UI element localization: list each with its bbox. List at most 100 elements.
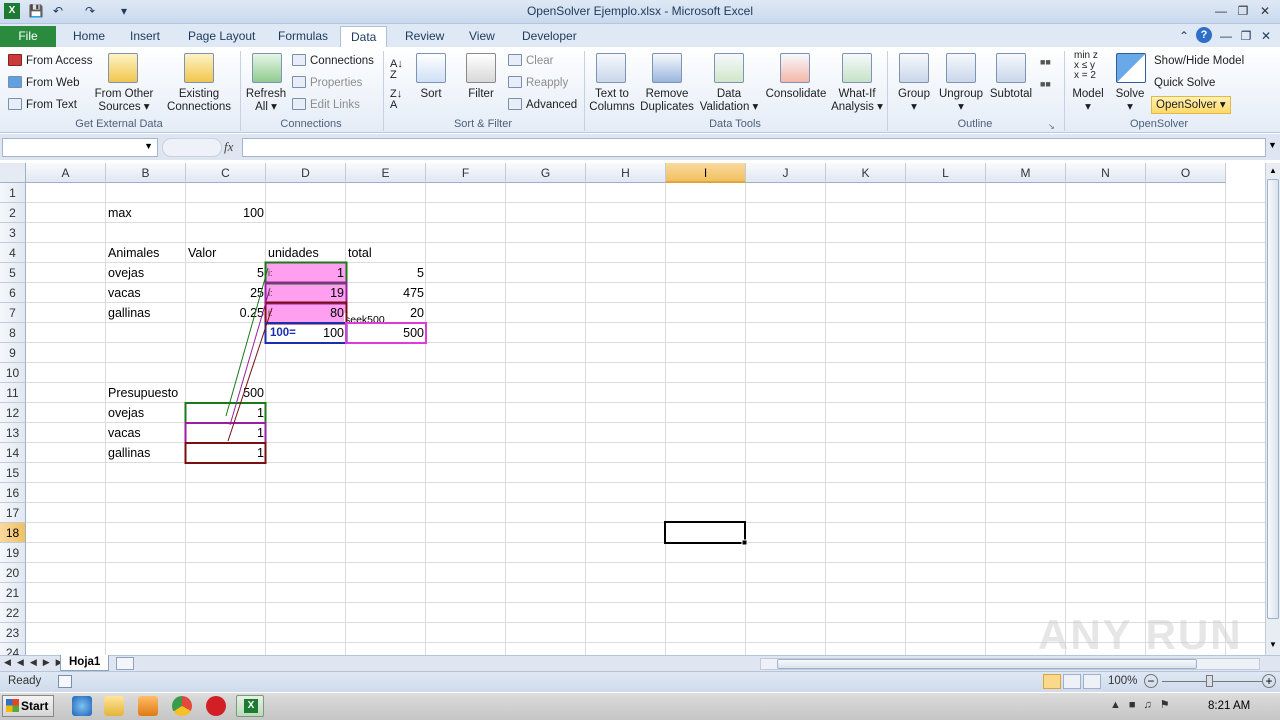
outline-dialog-launcher-icon[interactable]: ↘ <box>1048 120 1055 134</box>
ungroup-button[interactable]: Ungroup ▾ <box>934 88 988 114</box>
subtotal-button[interactable]: Subtotal <box>986 88 1036 101</box>
start-label: Start <box>21 699 49 713</box>
data-validation-button[interactable]: Data Validation ▾ <box>696 88 762 114</box>
from-other-sources-button[interactable]: From Other Sources ▾ <box>88 88 160 114</box>
text-to-label-1: Text to <box>595 88 629 100</box>
start-button[interactable]: Start <box>2 695 54 717</box>
properties-button[interactable]: Properties <box>292 76 362 90</box>
quick-solve-button[interactable]: Quick Solve <box>1154 76 1215 90</box>
help-icon[interactable]: ? <box>1196 27 1212 43</box>
excel-taskbar-button[interactable]: X <box>236 695 264 717</box>
chrome-icon[interactable] <box>172 696 192 716</box>
system-tray-icons[interactable]: ▲■♫⚑ <box>1110 698 1178 711</box>
zoom-level[interactable]: 100% <box>1108 675 1137 687</box>
opensolver-menu-button[interactable]: OpenSolver ▾ <box>1151 96 1231 114</box>
consolidate-button[interactable]: Consolidate <box>762 88 830 101</box>
tab-data[interactable]: Data <box>340 26 388 47</box>
from-web-button[interactable]: From Web <box>8 76 79 90</box>
scroll-up-icon[interactable]: ▲ <box>1267 165 1279 177</box>
objective-box-e8 <box>345 322 427 344</box>
show-hide-model-button[interactable]: Show/Hide Model <box>1154 54 1244 68</box>
connections-button[interactable]: Connections <box>292 54 374 68</box>
reapply-button[interactable]: Reapply <box>508 76 568 90</box>
insert-function-icon[interactable]: fx <box>224 139 233 155</box>
advanced-button[interactable]: Advanced <box>508 98 577 112</box>
tab-page-layout[interactable]: Page Layout <box>178 26 265 47</box>
page-break-view-icon[interactable] <box>1083 674 1101 689</box>
from-access-label: From Access <box>26 55 93 67</box>
tab-view[interactable]: View <box>459 26 505 47</box>
sort-descending-button[interactable]: Z↓ A <box>390 89 402 111</box>
refresh-all-button[interactable]: Refresh All ▾ <box>242 88 290 114</box>
constraint-box-d6 <box>264 281 348 305</box>
ribbon-tabs: File Home Insert Page Layout Formulas Da… <box>0 24 1280 47</box>
media-player-icon[interactable] <box>138 696 158 716</box>
zoom-slider-thumb[interactable] <box>1206 675 1213 687</box>
workbook-close-icon[interactable]: ✕ <box>1258 28 1274 44</box>
model-button[interactable]: Model ▾ <box>1068 88 1108 114</box>
name-box[interactable]: ▼ <box>2 138 158 157</box>
internet-explorer-icon[interactable] <box>72 696 92 716</box>
hide-detail-icon[interactable]: ■■ <box>1040 77 1051 91</box>
group-button[interactable]: Group ▾ <box>892 88 936 114</box>
from-access-button[interactable]: From Access <box>8 54 92 68</box>
minimize-button[interactable]: — <box>1210 2 1232 20</box>
name-box-dropdown-icon[interactable]: ▼ <box>144 141 153 151</box>
insert-worksheet-icon[interactable] <box>116 657 134 670</box>
active-cell-selection[interactable] <box>664 521 746 544</box>
tab-developer[interactable]: Developer <box>512 26 587 47</box>
vertical-scroll-thumb[interactable] <box>1267 179 1279 619</box>
tab-formulas[interactable]: Formulas <box>268 26 338 47</box>
zoom-in-icon[interactable]: + <box>1262 674 1276 688</box>
solve-button[interactable]: Solve ▾ <box>1110 88 1150 114</box>
filter-button[interactable]: Filter <box>460 88 502 101</box>
tab-home[interactable]: Home <box>63 26 115 47</box>
tab-insert[interactable]: Insert <box>120 26 170 47</box>
workbook-minimize-icon[interactable]: — <box>1218 28 1234 44</box>
sheet-nav-arrows-icon[interactable]: ◀◀◀▶▶ <box>4 657 69 668</box>
vertical-scrollbar[interactable]: ▲ ▼ <box>1265 163 1280 655</box>
close-button[interactable]: ✕ <box>1254 2 1276 20</box>
horizontal-scrollbar[interactable] <box>760 658 1260 670</box>
worksheet-grid[interactable]: ABCDEFGHIJKLMNO 1 2 3 4 5 6 7 8 9 10 11 12 13 14 15 16 1… <box>0 163 1265 655</box>
tab-file[interactable]: File <box>0 26 56 47</box>
validation-label-2-wrap: Validation ▾ <box>699 101 759 113</box>
remove-duplicates-button[interactable]: Remove Duplicates <box>638 88 696 114</box>
workbook-restore-icon[interactable]: ❐ <box>1238 28 1254 44</box>
fill-handle[interactable] <box>741 539 748 546</box>
from-text-button[interactable]: From Text <box>8 98 77 112</box>
file-explorer-icon[interactable] <box>104 696 124 716</box>
zoom-out-icon[interactable]: − <box>1144 674 1158 688</box>
show-detail-icon[interactable]: ■■ <box>1040 55 1051 69</box>
edit-links-label: Edit Links <box>310 99 360 111</box>
clear-button[interactable]: Clear <box>508 54 553 68</box>
sheet-tab-hoja1[interactable]: Hoja1 <box>60 655 110 671</box>
maximize-button[interactable]: ❐ <box>1232 2 1254 20</box>
properties-label: Properties <box>310 77 363 89</box>
macro-record-icon[interactable] <box>58 675 72 688</box>
text-to-columns-button[interactable]: Text to Columns <box>586 88 638 114</box>
clock[interactable]: 8:21 AM <box>1208 700 1250 712</box>
minimize-ribbon-icon[interactable]: ⌃ <box>1176 28 1192 44</box>
page-layout-view-icon[interactable] <box>1063 674 1081 689</box>
existing-connections-button[interactable]: Existing Connections <box>164 88 234 114</box>
clear-icon <box>508 54 522 66</box>
formula-input[interactable] <box>242 138 1266 157</box>
edit-links-button[interactable]: Edit Links <box>292 98 360 112</box>
constraint-box-d5 <box>264 261 348 285</box>
status-bar: Ready 100% − + <box>0 671 1280 692</box>
sort-ascending-button[interactable]: A↓ Z <box>390 59 403 81</box>
horizontal-scroll-thumb[interactable] <box>777 659 1197 669</box>
scroll-down-icon[interactable]: ▼ <box>1267 639 1279 651</box>
constraint-box-d7 <box>264 301 348 325</box>
formula-bar-resize-handle[interactable] <box>162 138 222 157</box>
what-if-analysis-button[interactable]: What-If Analysis ▾ <box>830 88 884 114</box>
sort-button[interactable]: Sort <box>412 88 450 101</box>
opera-icon[interactable] <box>206 696 226 716</box>
expand-formula-bar-icon[interactable]: ▼ <box>1268 140 1277 150</box>
subtotal-icon <box>996 53 1026 83</box>
validation-label-1: Data <box>716 88 742 100</box>
tab-review[interactable]: Review <box>395 26 454 47</box>
normal-view-icon[interactable] <box>1043 674 1061 689</box>
excel-taskbar-icon: X <box>244 699 258 713</box>
